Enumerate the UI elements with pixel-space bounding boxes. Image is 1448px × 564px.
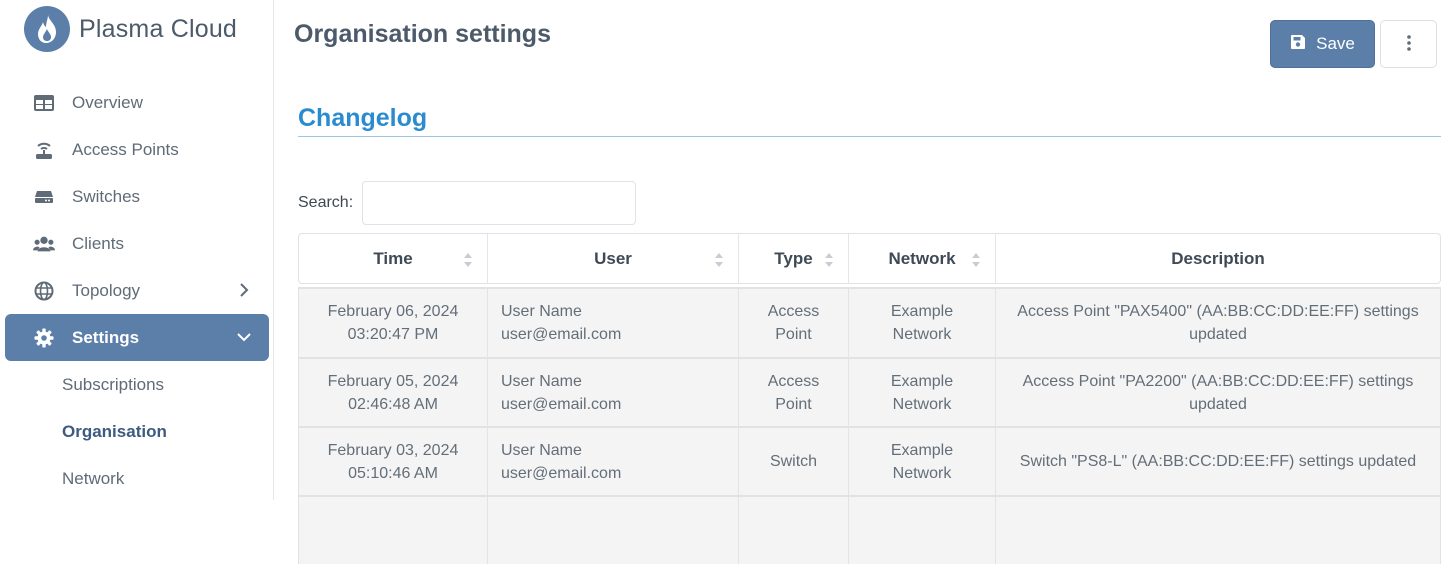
sort-icon (714, 251, 724, 269)
cell-time: February 03, 2024 05:10:46 AM (299, 428, 488, 495)
table-icon (33, 92, 55, 114)
column-header-user[interactable]: User (488, 234, 739, 283)
cell-description: Access Point "PA2200" (AA:BB:CC:DD:EE:FF… (1022, 372, 1414, 413)
brand[interactable]: Plasma Cloud (24, 6, 237, 52)
sidebar-item-settings[interactable]: Settings (5, 314, 269, 361)
flame-logo-icon (24, 6, 70, 52)
sidebar-nav: Overview Access Points Switches Clients … (0, 79, 274, 502)
sidebar-item-clients[interactable]: Clients (0, 220, 274, 267)
more-options-button[interactable] (1380, 20, 1437, 68)
sidebar-subitem-subscriptions[interactable]: Subscriptions (0, 361, 274, 408)
sidebar-item-label: Access Points (72, 139, 179, 159)
page-title: Organisation settings (294, 20, 551, 48)
column-header-network[interactable]: Network (849, 234, 996, 283)
cell-type: Access Point (739, 289, 849, 357)
access-point-icon (33, 139, 55, 161)
table-row[interactable]: February 05, 2024 02:46:48 AM User Name us… (299, 357, 1440, 426)
sidebar-item-label: Overview (72, 92, 143, 112)
chevron-right-icon (236, 282, 252, 298)
sort-icon (463, 251, 473, 269)
floppy-disk-icon (1290, 34, 1306, 55)
cell-network: Example Network (849, 428, 996, 495)
cell-description: Access Point "PAX5400" (AA:BB:CC:DD:EE:F… (1017, 303, 1419, 343)
sort-icon (971, 251, 981, 269)
sidebar: Plasma Cloud Overview Access Points Swit… (0, 0, 274, 500)
switch-icon (33, 186, 55, 208)
sidebar-subitem-network[interactable]: Network (0, 455, 274, 502)
section-title-changelog: Changelog (298, 104, 428, 132)
sidebar-item-switches[interactable]: Switches (0, 173, 274, 220)
table-row[interactable]: February 03, 2024 05:10:46 AM User Name us… (299, 426, 1440, 495)
save-button-label: Save (1316, 34, 1355, 53)
brand-name: Plasma Cloud (79, 14, 238, 43)
sidebar-item-label: Topology (72, 280, 141, 300)
users-icon (33, 233, 55, 255)
column-header-time[interactable]: Time (299, 234, 488, 283)
cell-user: User Name user@email.com (488, 359, 739, 426)
cell-type: Access Point (739, 359, 849, 426)
save-button[interactable]: Save (1270, 20, 1375, 68)
section-divider (298, 136, 1441, 137)
gear-icon (33, 327, 55, 349)
cell-type: Switch (739, 428, 849, 495)
sidebar-item-label: Switches (72, 186, 141, 206)
globe-icon (33, 280, 55, 302)
cell-user: User Name user@email.com (488, 289, 739, 357)
sidebar-item-label: Clients (72, 233, 124, 253)
table-header: Time User Type Network Description (298, 233, 1441, 284)
column-header-type[interactable]: Type (739, 234, 849, 283)
sidebar-item-access-points[interactable]: Access Points (0, 126, 274, 173)
cell-user: User Name user@email.com (488, 428, 739, 495)
main-content: Organisation settings Save Changelog Sea… (275, 0, 1448, 564)
sidebar-item-label: Settings (72, 327, 140, 347)
table-row[interactable] (299, 495, 1440, 564)
sidebar-item-topology[interactable]: Topology (0, 267, 274, 314)
cell-network: Example Network (849, 289, 996, 357)
search-label: Search: (298, 194, 354, 211)
sort-icon (824, 251, 834, 269)
changelog-table-body: February 06, 2024 03:20:47 PM User Name us… (298, 287, 1441, 564)
chevron-down-icon (236, 329, 252, 345)
cell-time: February 05, 2024 02:46:48 AM (299, 359, 488, 426)
kebab-menu-icon (1406, 34, 1411, 54)
cell-time: February 06, 2024 03:20:47 PM (299, 289, 488, 357)
search-input[interactable] (362, 181, 636, 225)
sidebar-subitem-organisation[interactable]: Organisation (0, 408, 274, 455)
table-row[interactable]: February 06, 2024 03:20:47 PM User Name us… (299, 287, 1440, 357)
sidebar-item-overview[interactable]: Overview (0, 79, 274, 126)
cell-network: Example Network (849, 359, 996, 426)
cell-description: Switch "PS8-L" (AA:BB:CC:DD:EE:FF) setti… (1019, 453, 1417, 470)
column-header-description: Description (1171, 248, 1265, 268)
